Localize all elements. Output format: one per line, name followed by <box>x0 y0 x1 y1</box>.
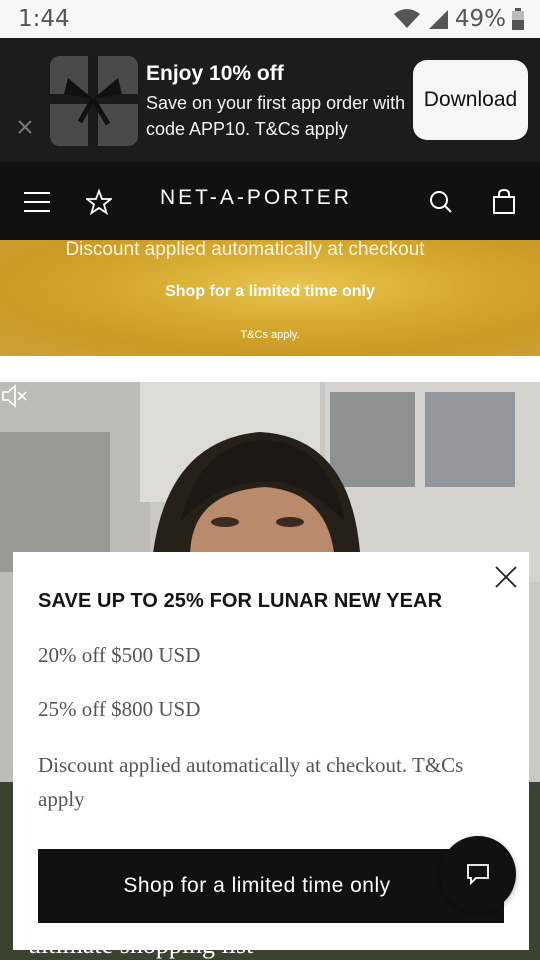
mute-icon[interactable] <box>0 382 28 410</box>
promo-discount-text: Discount applied automatically at checko… <box>65 239 425 260</box>
signal-icon <box>428 10 448 29</box>
site-header: NET-A-PORTER <box>0 162 540 240</box>
chat-icon <box>467 864 489 885</box>
promo-shop-text: Shop for a limited time only <box>165 283 375 300</box>
status-icons: 49% <box>393 6 524 32</box>
chat-button[interactable] <box>440 836 516 912</box>
wifi-icon <box>393 9 420 28</box>
promo-terms-text: T&Cs apply. <box>240 329 300 341</box>
discount-tier-2: 25% off $800 USD <box>38 697 201 721</box>
download-button[interactable]: Download <box>413 60 528 140</box>
menu-icon[interactable] <box>24 189 50 215</box>
shop-now-button[interactable]: Shop for a limited time only <box>38 849 504 923</box>
modal-note: Discount applied automatically at checko… <box>38 753 464 811</box>
gift-box-image <box>50 56 138 146</box>
promo-strip[interactable]: Discount applied automatically at checko… <box>0 239 540 356</box>
shopping-bag-icon[interactable] <box>491 189 517 215</box>
banner-title: Enjoy 10% off <box>146 62 284 85</box>
banner-description: Save on your first app order with code A… <box>146 93 406 139</box>
search-icon[interactable] <box>428 189 454 215</box>
discount-tier-1: 20% off $500 USD <box>38 643 201 667</box>
close-icon[interactable] <box>14 116 36 138</box>
brand-logo[interactable]: NET-A-PORTER <box>160 186 370 210</box>
star-icon[interactable] <box>86 189 112 215</box>
status-bar: 1:44 49% <box>0 0 540 38</box>
modal-heading: SAVE UP TO 25% FOR LUNAR NEW YEAR <box>38 590 443 612</box>
battery-percent: 49% <box>454 6 506 32</box>
app-download-banner: Enjoy 10% off Save on your first app ord… <box>0 38 540 162</box>
status-time: 1:44 <box>18 6 70 32</box>
battery-icon <box>512 8 524 30</box>
close-icon[interactable] <box>493 564 519 590</box>
